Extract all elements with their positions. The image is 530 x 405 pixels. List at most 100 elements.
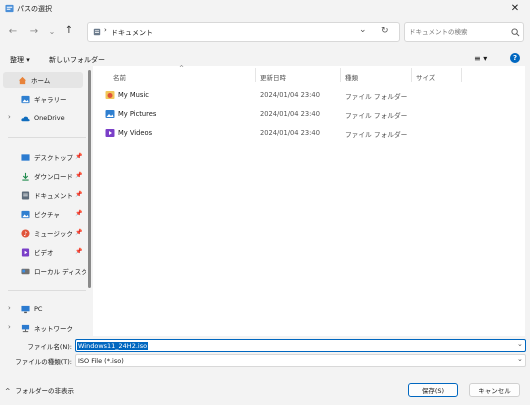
sidebar-item-pictures[interactable]: ピクチャ 📌: [0, 206, 86, 222]
music-folder-icon: [105, 91, 115, 99]
column-separator[interactable]: [255, 68, 256, 82]
svg-text:♪: ♪: [23, 230, 27, 237]
sidebar-item-downloads[interactable]: ダウンロード 📌: [0, 168, 86, 184]
file-type: ファイル フォルダー: [345, 112, 408, 120]
file-modified: 2024/01/04 23:40: [260, 129, 320, 137]
column-header-type[interactable]: 種類: [345, 72, 358, 82]
breadcrumb-documents[interactable]: ドキュメント: [111, 28, 153, 38]
hide-folders-label: フォルダーの非表示: [15, 387, 75, 395]
organize-menu[interactable]: 整理 ▾: [10, 55, 30, 65]
filename-input[interactable]: Windows11_24H2.iso: [77, 341, 149, 350]
videos-icon: [21, 247, 30, 257]
sidebar-item-videos[interactable]: ビデオ 📌: [0, 244, 86, 260]
sidebar-item-pc[interactable]: › PC: [0, 301, 86, 317]
sidebar-item-gallery[interactable]: ギャラリー: [0, 91, 86, 107]
file-list: 名前 ^ 更新日時 種類 サイズ My Music 2024/01/04 23:…: [93, 65, 525, 336]
onedrive-cloud-icon: [21, 116, 30, 121]
filetype-select[interactable]: ISO File (*.iso) ⌄: [75, 354, 526, 367]
videos-folder-icon: [105, 129, 115, 137]
file-type: ファイル フォルダー: [345, 93, 408, 101]
navigation-pane: ホーム ギャラリー › OneDrive デスクトップ 📌 ダウンロード 📌 ド…: [0, 68, 89, 336]
expand-chevron-icon[interactable]: ›: [8, 323, 11, 331]
search-icon[interactable]: [511, 28, 520, 37]
drive-icon: [21, 268, 30, 274]
app-icon: [5, 4, 14, 13]
column-separator[interactable]: [461, 68, 462, 82]
filename-field[interactable]: Windows11_24H2.iso ⌄: [75, 339, 526, 352]
sidebar-scrollbar[interactable]: [88, 70, 91, 288]
recent-chevron-icon[interactable]: ⌄: [45, 25, 59, 39]
column-header-name[interactable]: 名前: [113, 72, 126, 82]
pin-icon: 📌: [75, 153, 83, 160]
expand-chevron-icon[interactable]: ›: [8, 304, 11, 312]
column-header-size[interactable]: サイズ: [416, 72, 435, 82]
hide-folders-toggle[interactable]: ^ フォルダーの非表示: [5, 385, 74, 395]
divider: [8, 137, 86, 138]
file-name: My Music: [118, 91, 149, 99]
filetype-value: ISO File (*.iso): [78, 357, 124, 365]
new-folder-button[interactable]: 新しいフォルダー: [49, 55, 105, 65]
sidebar-item-label: OneDrive: [34, 114, 65, 122]
sidebar-item-label: ローカル ディスク (C: [34, 268, 86, 276]
filetype-label: ファイルの種類(T):: [15, 358, 72, 366]
filename-label: ファイル名(N):: [27, 343, 72, 351]
file-name: My Pictures: [118, 110, 157, 118]
sidebar-item-desktop[interactable]: デスクトップ 📌: [0, 149, 86, 165]
home-icon: [18, 76, 27, 84]
breadcrumb-separator-icon: ›: [104, 26, 107, 34]
folder-icon: [93, 28, 101, 36]
cancel-button[interactable]: キャンセル: [469, 383, 520, 397]
file-modified: 2024/01/04 23:40: [260, 110, 320, 118]
gallery-icon: [21, 95, 30, 103]
save-button[interactable]: 保存(S): [408, 383, 458, 397]
title-bar: パスの選択 ✕: [0, 0, 530, 18]
sidebar-item-documents[interactable]: ドキュメント 📌: [0, 187, 86, 203]
window-title: パスの選択: [17, 5, 52, 13]
view-options-icon[interactable]: ≡ ▾: [474, 54, 487, 63]
filename-dropdown-icon[interactable]: ⌄: [517, 340, 523, 348]
up-arrow-icon[interactable]: ↑: [62, 24, 76, 38]
filetype-dropdown-icon[interactable]: ⌄: [517, 355, 523, 363]
pin-icon: 📌: [75, 172, 83, 179]
pin-icon: 📌: [75, 248, 83, 255]
search-box[interactable]: [404, 22, 524, 42]
file-row[interactable]: My Music 2024/01/04 23:40 ファイル フォルダー: [93, 87, 525, 104]
sidebar-item-label: ホーム: [31, 77, 51, 85]
sidebar-item-local-disk[interactable]: ローカル ディスク (C: [0, 263, 86, 279]
pc-monitor-icon: [21, 305, 30, 313]
sidebar-item-label: PC: [34, 305, 43, 313]
pin-icon: 📌: [75, 210, 83, 217]
file-row[interactable]: My Videos 2024/01/04 23:40 ファイル フォルダー: [93, 125, 525, 142]
sidebar-item-label: ギャラリー: [34, 96, 67, 104]
sidebar-item-network[interactable]: › ネットワーク: [0, 320, 86, 336]
close-icon[interactable]: ✕: [505, 1, 525, 17]
dialog-footer: ファイル名(N): Windows11_24H2.iso ⌄ ファイルの種類(T…: [0, 336, 530, 405]
column-header-modified[interactable]: 更新日時: [260, 72, 286, 82]
sidebar-item-music[interactable]: ♪ ミュージック 📌: [0, 225, 86, 241]
address-dropdown-icon[interactable]: ⌄: [359, 25, 367, 35]
pin-icon: 📌: [75, 191, 83, 198]
sidebar-item-onedrive[interactable]: › OneDrive: [0, 110, 86, 126]
refresh-icon[interactable]: ↻: [381, 26, 389, 36]
pin-icon: 📌: [75, 229, 83, 236]
file-type: ファイル フォルダー: [345, 131, 408, 139]
forward-arrow-icon[interactable]: →: [27, 25, 41, 39]
network-icon: [21, 324, 30, 332]
file-row[interactable]: My Pictures 2024/01/04 23:40 ファイル フォルダー: [93, 106, 525, 123]
sidebar-item-label: ドキュメント: [34, 192, 73, 200]
search-input[interactable]: [409, 26, 504, 38]
chevron-up-icon: ^: [5, 387, 11, 395]
expand-chevron-icon[interactable]: ›: [8, 113, 11, 121]
help-icon[interactable]: ?: [510, 53, 520, 63]
address-bar[interactable]: › ドキュメント ⌄ ↻: [87, 22, 400, 42]
sort-chevron-icon: ^: [179, 65, 185, 72]
back-arrow-icon[interactable]: ←: [6, 25, 20, 39]
pictures-folder-icon: [105, 110, 115, 118]
column-separator[interactable]: [340, 68, 341, 82]
column-separator[interactable]: [411, 68, 412, 82]
download-arrow-icon: [22, 172, 29, 181]
sidebar-item-label: ピクチャ: [34, 211, 60, 219]
sidebar-item-label: デスクトップ: [34, 154, 73, 162]
desktop-icon: [21, 153, 30, 161]
sidebar-item-home[interactable]: ホーム: [3, 72, 83, 88]
